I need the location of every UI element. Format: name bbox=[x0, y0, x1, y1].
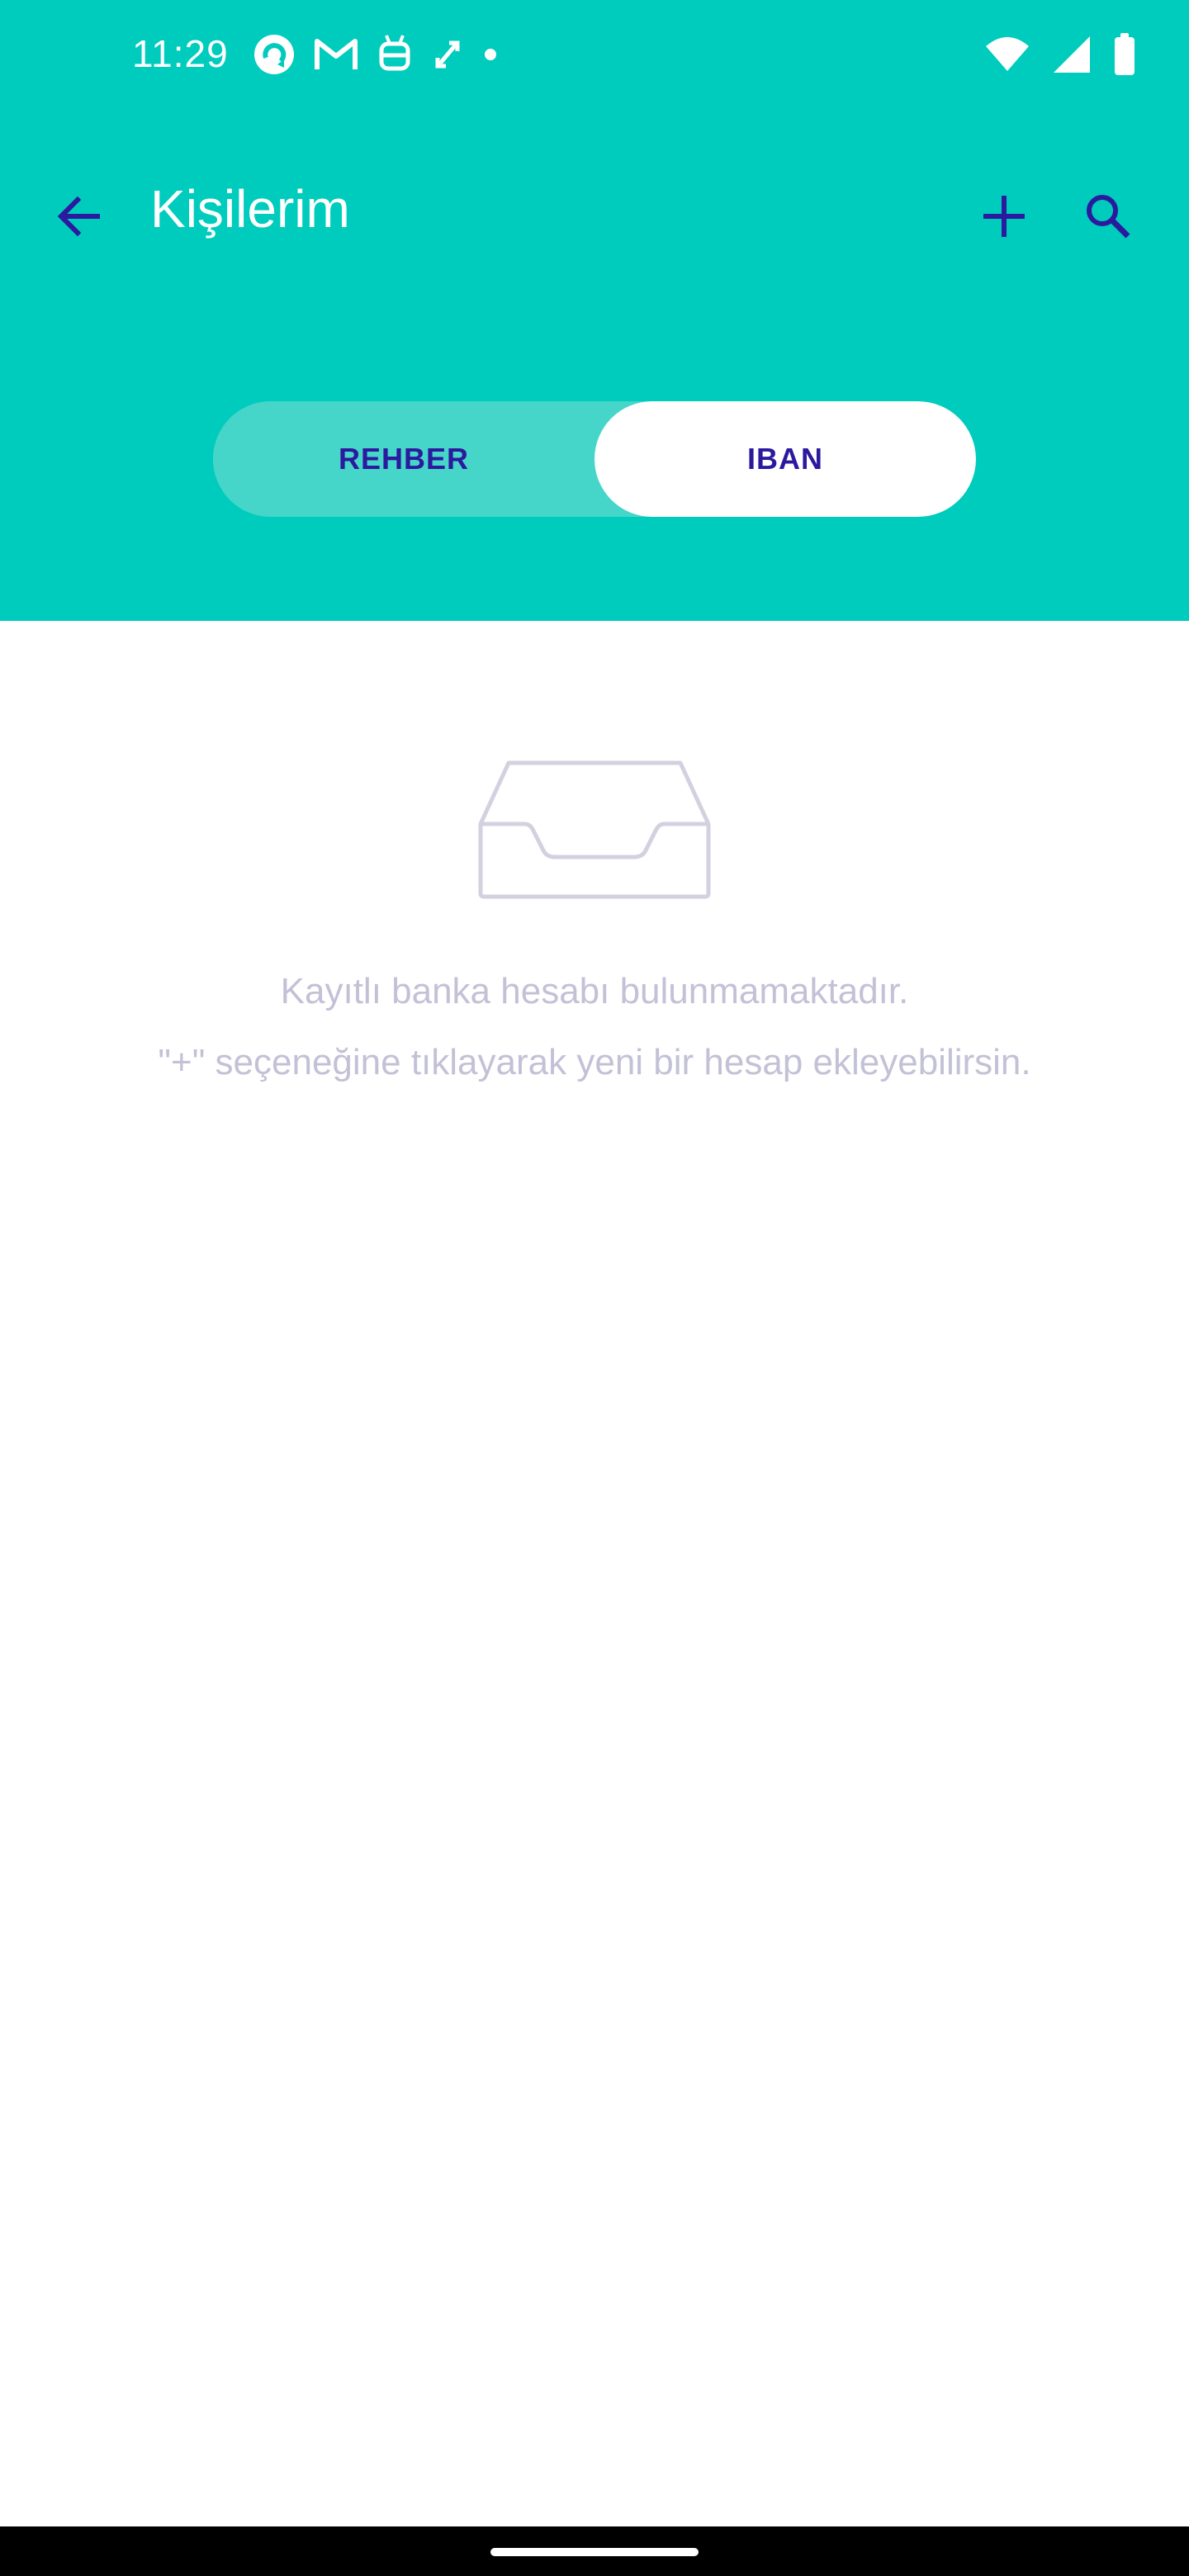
plus-icon bbox=[983, 196, 1025, 237]
back-arrow-icon bbox=[57, 196, 100, 237]
system-status-icons bbox=[984, 32, 1136, 80]
tab-iban[interactable]: IBAN bbox=[594, 401, 976, 517]
back-button[interactable] bbox=[46, 183, 112, 249]
cellular-signal-icon bbox=[1052, 35, 1092, 78]
segment-control: REHBER IBAN bbox=[213, 401, 976, 517]
android-debug-icon bbox=[377, 34, 413, 79]
home-gesture-handle[interactable] bbox=[490, 2548, 699, 2556]
empty-state-message: Kayıtlı banka hesabı bulunmamaktadır. bbox=[280, 971, 909, 1011]
battery-icon bbox=[1113, 32, 1136, 80]
refresh-app-icon bbox=[253, 33, 296, 80]
status-bar: 11:29 bbox=[0, 0, 1189, 112]
tab-rehber[interactable]: REHBER bbox=[213, 401, 594, 517]
gmail-icon bbox=[314, 36, 358, 77]
add-account-button[interactable] bbox=[971, 183, 1037, 249]
wifi-icon bbox=[984, 36, 1030, 77]
dot-icon bbox=[482, 46, 499, 67]
search-icon bbox=[1087, 195, 1130, 239]
header: 11:29 Kişilerim REHBER IBAN bbox=[0, 0, 1189, 621]
search-button[interactable] bbox=[1075, 183, 1141, 249]
link-icon bbox=[431, 36, 464, 77]
page-title: Kişilerim bbox=[150, 179, 350, 239]
empty-state-hint: "+" seçeneğine tıklayarak yeni bir hesap… bbox=[158, 1042, 1031, 1082]
inbox-tray-icon bbox=[478, 760, 711, 899]
notification-icons bbox=[253, 31, 499, 81]
status-time: 11:29 bbox=[132, 32, 229, 75]
